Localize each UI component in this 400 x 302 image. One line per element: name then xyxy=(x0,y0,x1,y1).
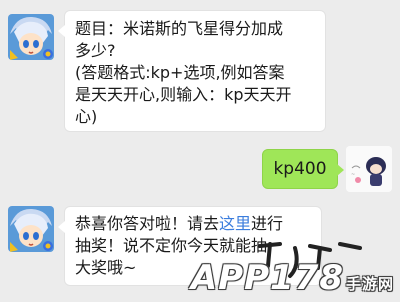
anime-character-avatar-icon xyxy=(8,206,54,252)
message-text: 恭喜你答对啦！请去 xyxy=(75,214,220,233)
svg-text:~: ~ xyxy=(351,172,355,178)
message-bubble-answer: kp400 xyxy=(262,149,344,189)
chibi-character-avatar-icon: ~ xyxy=(346,146,392,192)
bot-avatar[interactable] xyxy=(8,14,54,60)
message-line: 心) xyxy=(75,107,98,126)
lottery-link[interactable]: 这里 xyxy=(219,214,251,233)
user-avatar[interactable]: ~ xyxy=(346,146,392,192)
message-line: 是天天开心,则输入：kp天天开 xyxy=(75,85,292,104)
message-bubble-question: 题目：米诺斯的飞星得分加成 多少? (答题格式:kp+选项,例如答案 是天天开心… xyxy=(58,10,326,132)
message-line: (答题格式:kp+选项,例如答案 xyxy=(75,63,285,82)
watermark-main-text: APP178 xyxy=(190,258,344,298)
message-line: 恭喜你答对啦！请去这里进行 xyxy=(75,213,311,235)
bot-avatar[interactable] xyxy=(8,206,54,252)
message-text: 进行 xyxy=(251,214,284,233)
message-line: 题目：米诺斯的飞星得分加成 xyxy=(75,19,284,38)
answer-text: kp400 xyxy=(273,159,327,179)
message-line: 多少? xyxy=(75,41,116,60)
anime-character-avatar-icon xyxy=(8,14,54,60)
site-watermark-logo: APP178 手游网 xyxy=(191,258,394,298)
watermark-sub-text: 手游网 xyxy=(345,275,394,293)
